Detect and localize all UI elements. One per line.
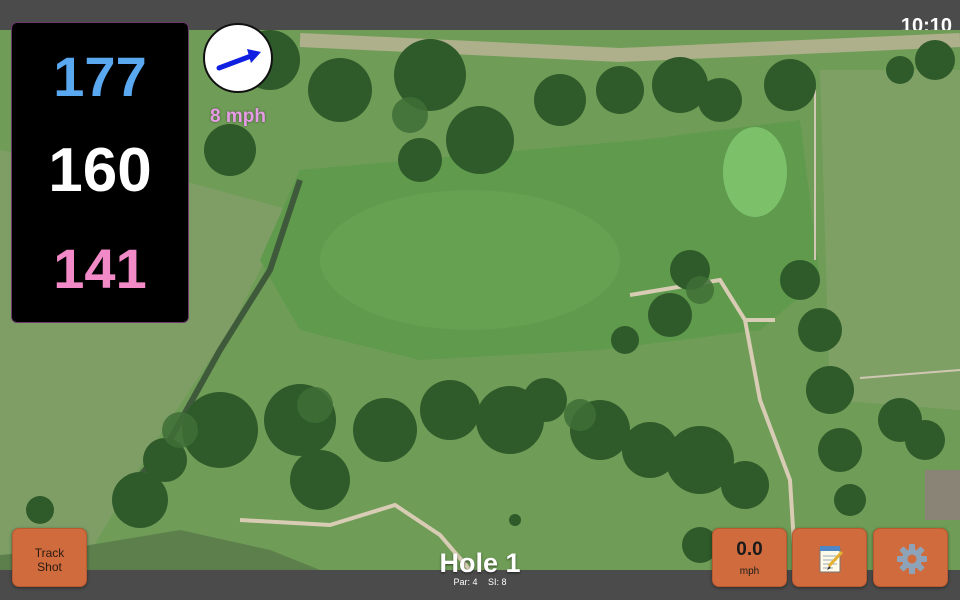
hole-meta: Par: 4 SI: 8 [380, 577, 580, 587]
distance-front: 141 [53, 237, 147, 300]
wind-speed: 8 mph [210, 106, 266, 127]
track-shot-label-line1: Track [34, 546, 65, 560]
hole-stroke-index: SI: 8 [488, 577, 507, 587]
wind-dial [203, 23, 273, 93]
speed-value: 0.0 [736, 539, 763, 560]
distance-back: 177 [53, 45, 147, 108]
settings-button[interactable] [873, 528, 948, 587]
notepad-icon [819, 546, 844, 573]
distance-panel: 177 160 141 [11, 22, 189, 323]
distance-middle: 160 [48, 136, 152, 205]
notes-button[interactable] [792, 528, 867, 587]
speed-button[interactable]: 0.0 mph [712, 528, 787, 587]
track-shot-label-line2: Shot [37, 560, 62, 574]
hole-par: Par: 4 [453, 577, 478, 587]
track-shot-button[interactable]: Track Shot [12, 528, 87, 587]
speed-unit: mph [739, 566, 760, 577]
gear-icon [897, 544, 927, 574]
hole-title: Hole 1 [439, 548, 521, 578]
wind-direction-arrow-icon [216, 49, 261, 71]
